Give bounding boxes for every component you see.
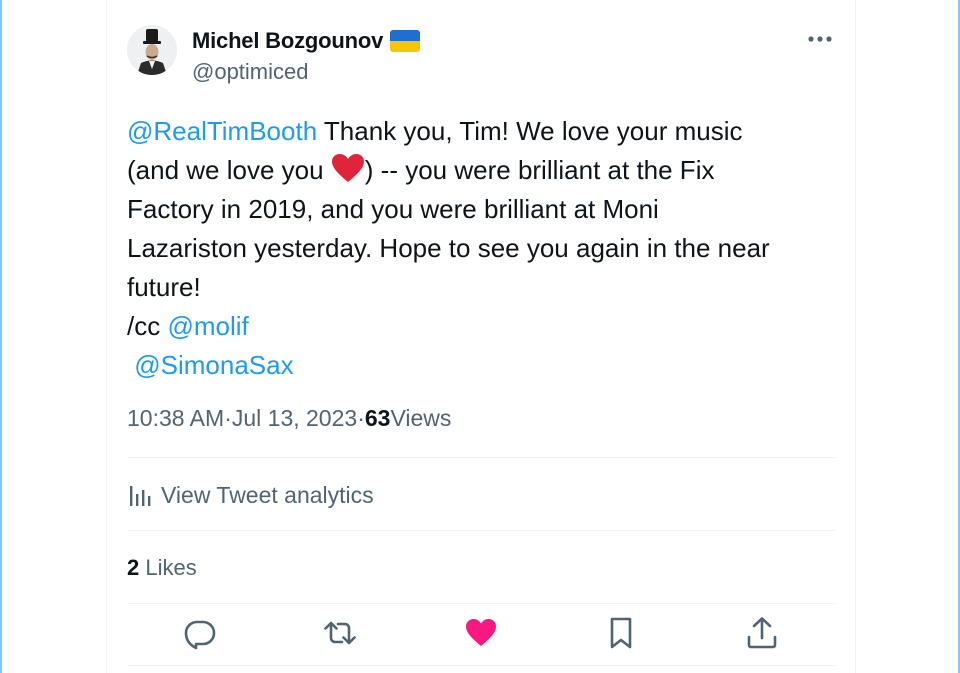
views-label: Views (390, 405, 452, 431)
author-display-name[interactable]: Michel Bozgounov (192, 28, 383, 54)
analytics-label: View Tweet analytics (161, 481, 374, 508)
reply-button[interactable] (177, 610, 223, 656)
meta-separator: · (357, 405, 365, 431)
analytics-bars-icon (130, 486, 151, 506)
tweet-text: @RealTimBooth Thank you, Tim! We love yo… (127, 112, 847, 385)
tweet-text-segment: Thank you, Tim! We love your music (317, 116, 743, 146)
views-count: 63 (364, 405, 391, 431)
avatar[interactable] (127, 25, 177, 75)
red-heart-emoji-icon (331, 153, 365, 183)
share-upload-icon (747, 617, 777, 649)
mention-link[interactable]: @molif (167, 311, 248, 341)
tweet-text-segment: Lazariston yesterday. Hope to see you ag… (127, 233, 770, 263)
heart-filled-icon (466, 619, 496, 646)
view-tweet-analytics-link[interactable]: View Tweet analytics (127, 480, 374, 510)
meta-separator: · (224, 405, 232, 431)
tweet-text-segment: Factory in 2019, and you were brilliant … (127, 194, 659, 224)
tweet-meta: 10:38 AM · Jul 13, 2023 · 63 Views (127, 405, 451, 432)
tweet-time[interactable]: 10:38 AM (127, 405, 224, 432)
divider (127, 665, 835, 666)
column-left-border (106, 0, 107, 673)
author-handle[interactable]: @optimiced (192, 59, 309, 85)
divider (127, 530, 835, 531)
mention-link[interactable]: @RealTimBooth (127, 116, 317, 146)
tweet-text-segment: (and we love you (127, 155, 331, 185)
divider (127, 457, 835, 458)
author-name-row: Michel Bozgounov (192, 27, 421, 55)
more-horizontal-icon (808, 36, 832, 42)
retweet-icon (324, 621, 356, 645)
retweet-button[interactable] (317, 610, 363, 656)
ukraine-flag-icon (390, 30, 421, 52)
tweet-date[interactable]: Jul 13, 2023 (232, 405, 357, 432)
likes-count-link[interactable]: 2 Likes (127, 555, 197, 581)
bookmark-button[interactable] (598, 610, 644, 656)
mention-link[interactable]: @SimonaSax (134, 350, 293, 380)
tweet-text-segment: /cc (127, 311, 168, 341)
column-right-border (855, 0, 856, 673)
reply-bubble-icon (184, 620, 216, 650)
likes-label: Likes (139, 555, 197, 580)
like-button[interactable] (458, 610, 504, 656)
tweet-action-bar (127, 610, 835, 656)
more-options-button[interactable] (805, 26, 835, 52)
share-button[interactable] (739, 610, 785, 656)
window-left-border (0, 0, 2, 673)
likes-count: 2 (127, 555, 140, 580)
tweet-text-segment: ) -- you were brilliant at the Fix (364, 155, 715, 185)
bookmark-icon (610, 617, 632, 649)
tweet-text-segment: future! (127, 272, 201, 302)
divider (127, 603, 835, 604)
